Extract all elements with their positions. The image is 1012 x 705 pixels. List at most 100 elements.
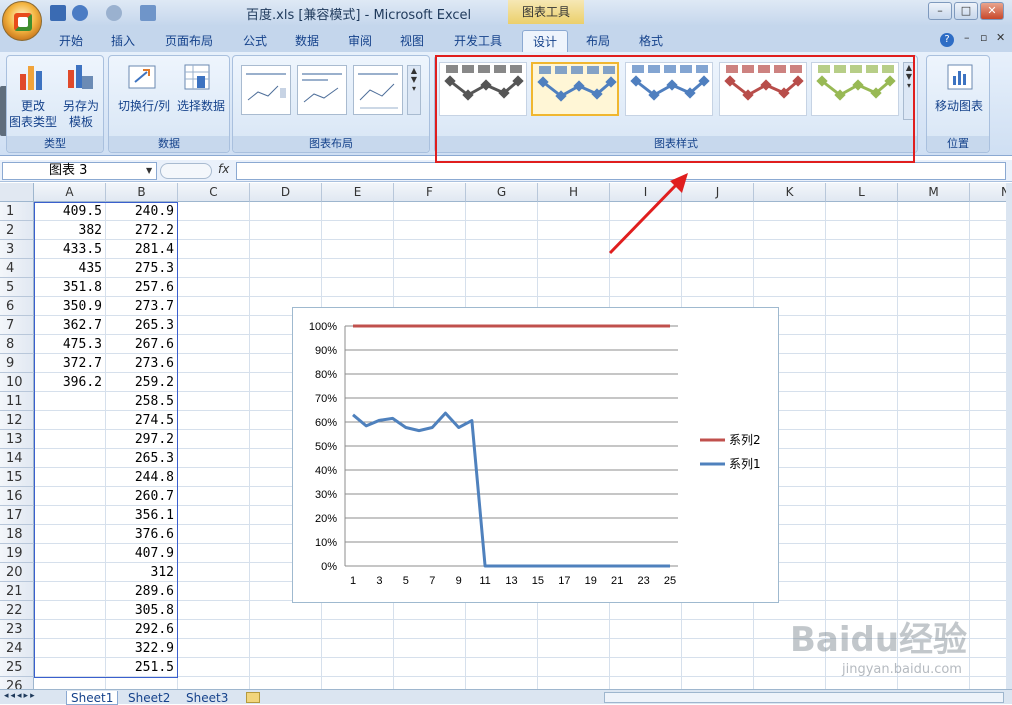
row-header-12[interactable]: 12 [0, 411, 34, 430]
close-button[interactable]: ✕ [980, 2, 1004, 20]
column-header-a[interactable]: A [34, 183, 106, 202]
help-icon[interactable]: ? [940, 33, 954, 47]
row-header-9[interactable]: 9 [0, 354, 34, 373]
cell-b21[interactable]: 289.6 [106, 582, 176, 601]
row-header-19[interactable]: 19 [0, 544, 34, 563]
cell-b16[interactable]: 260.7 [106, 487, 176, 506]
cell-a10[interactable]: 396.2 [34, 373, 104, 392]
column-header-l[interactable]: L [826, 183, 898, 202]
tab-layout[interactable]: 布局 [579, 30, 617, 52]
cell-b10[interactable]: 259.2 [106, 373, 176, 392]
cell-b12[interactable]: 274.5 [106, 411, 176, 430]
maximize-button[interactable]: □ [954, 2, 978, 20]
column-header-f[interactable]: F [394, 183, 466, 202]
redo-icon[interactable] [106, 5, 122, 21]
row-header-5[interactable]: 5 [0, 278, 34, 297]
name-box-dropdown-icon[interactable]: ▼ [146, 166, 152, 175]
layout-gallery-scroll[interactable]: ▲ ▼ ▾ [407, 65, 421, 115]
cell-b3[interactable]: 281.4 [106, 240, 176, 259]
sheet-tab-1[interactable]: Sheet1 [66, 691, 119, 705]
cell-b23[interactable]: 292.6 [106, 620, 176, 639]
horizontal-scrollbar[interactable] [604, 692, 1004, 703]
cell-b1[interactable]: 240.9 [106, 202, 176, 221]
cell-a3[interactable]: 433.5 [34, 240, 104, 259]
cell-b13[interactable]: 297.2 [106, 430, 176, 449]
move-chart-button[interactable]: 移动图表 [927, 98, 991, 114]
cell-b2[interactable]: 272.2 [106, 221, 176, 240]
sheet-tab-3[interactable]: Sheet3 [182, 691, 232, 705]
cell-b4[interactable]: 275.3 [106, 259, 176, 278]
cell-b9[interactable]: 273.6 [106, 354, 176, 373]
cell-b19[interactable]: 407.9 [106, 544, 176, 563]
row-header-11[interactable]: 11 [0, 392, 34, 411]
cell-b24[interactable]: 322.9 [106, 639, 176, 658]
cell-b22[interactable]: 305.8 [106, 601, 176, 620]
tab-formulas[interactable]: 公式 [236, 30, 274, 52]
change-chart-type-button[interactable]: 更改 图表类型 [7, 98, 59, 130]
tab-developer[interactable]: 开发工具 [446, 30, 510, 52]
print-preview-icon[interactable] [140, 5, 156, 21]
doc-minimize-button[interactable]: – [964, 31, 970, 44]
column-header-d[interactable]: D [250, 183, 322, 202]
column-header-e[interactable]: E [322, 183, 394, 202]
save-as-template-button[interactable]: 另存为 模板 [57, 98, 105, 130]
tab-format[interactable]: 格式 [632, 30, 670, 52]
cell-b18[interactable]: 376.6 [106, 525, 176, 544]
row-header-7[interactable]: 7 [0, 316, 34, 335]
row-header-13[interactable]: 13 [0, 430, 34, 449]
tab-data[interactable]: 数据 [288, 30, 326, 52]
column-header-b[interactable]: B [106, 183, 178, 202]
office-button[interactable] [2, 1, 42, 41]
cell-a7[interactable]: 362.7 [34, 316, 104, 335]
select-data-button[interactable]: 选择数据 [173, 98, 229, 114]
cell-a9[interactable]: 372.7 [34, 354, 104, 373]
tab-page-layout[interactable]: 页面布局 [158, 30, 220, 52]
column-header-m[interactable]: M [898, 183, 970, 202]
row-header-22[interactable]: 22 [0, 601, 34, 620]
minimize-button[interactable]: – [928, 2, 952, 20]
cell-a4[interactable]: 435 [34, 259, 104, 278]
column-header-k[interactable]: K [754, 183, 826, 202]
tab-home[interactable]: 开始 [52, 30, 90, 52]
row-header-20[interactable]: 20 [0, 563, 34, 582]
row-header-6[interactable]: 6 [0, 297, 34, 316]
name-box[interactable]: 图表 3 [2, 162, 157, 180]
row-header-14[interactable]: 14 [0, 449, 34, 468]
row-header-26[interactable]: 26 [0, 677, 34, 689]
cell-a2[interactable]: 382 [34, 221, 104, 240]
tab-view[interactable]: 视图 [393, 30, 431, 52]
layout-2-thumbnail[interactable] [297, 65, 347, 115]
cell-b7[interactable]: 265.3 [106, 316, 176, 335]
row-header-2[interactable]: 2 [0, 221, 34, 240]
row-header-23[interactable]: 23 [0, 620, 34, 639]
cell-b11[interactable]: 258.5 [106, 392, 176, 411]
cell-b14[interactable]: 265.3 [106, 449, 176, 468]
column-header-g[interactable]: G [466, 183, 538, 202]
row-header-1[interactable]: 1 [0, 202, 34, 221]
cell-b5[interactable]: 257.6 [106, 278, 176, 297]
sheet-tab-2[interactable]: Sheet2 [124, 691, 174, 705]
row-header-25[interactable]: 25 [0, 658, 34, 677]
column-header-n[interactable]: N [970, 183, 1006, 202]
cell-a1[interactable]: 409.5 [34, 202, 104, 221]
layout-1-thumbnail[interactable] [241, 65, 291, 115]
row-header-3[interactable]: 3 [0, 240, 34, 259]
cell-b25[interactable]: 251.5 [106, 658, 176, 677]
chart-object[interactable]: 0% 10% 20% 30% 40% 50% 60% 70% 80% 90% 100% 1 3 5 7 9 11… [292, 307, 779, 603]
select-all-corner[interactable] [0, 183, 34, 202]
row-header-15[interactable]: 15 [0, 468, 34, 487]
undo-icon[interactable] [72, 5, 88, 21]
cell-a5[interactable]: 351.8 [34, 278, 104, 297]
vertical-scrollbar[interactable] [1006, 183, 1012, 689]
insert-sheet-icon[interactable] [246, 692, 260, 703]
tab-insert[interactable]: 插入 [104, 30, 142, 52]
row-header-24[interactable]: 24 [0, 639, 34, 658]
layout-3-thumbnail[interactable] [353, 65, 403, 115]
tab-review[interactable]: 审阅 [341, 30, 379, 52]
row-header-10[interactable]: 10 [0, 373, 34, 392]
row-header-18[interactable]: 18 [0, 525, 34, 544]
insert-function-icon[interactable]: fx [218, 162, 229, 176]
cell-a6[interactable]: 350.9 [34, 297, 104, 316]
doc-restore-button[interactable]: ▫ [980, 31, 987, 44]
sheet-nav-arrows[interactable]: ◂◂◂▸▸ [4, 691, 37, 701]
